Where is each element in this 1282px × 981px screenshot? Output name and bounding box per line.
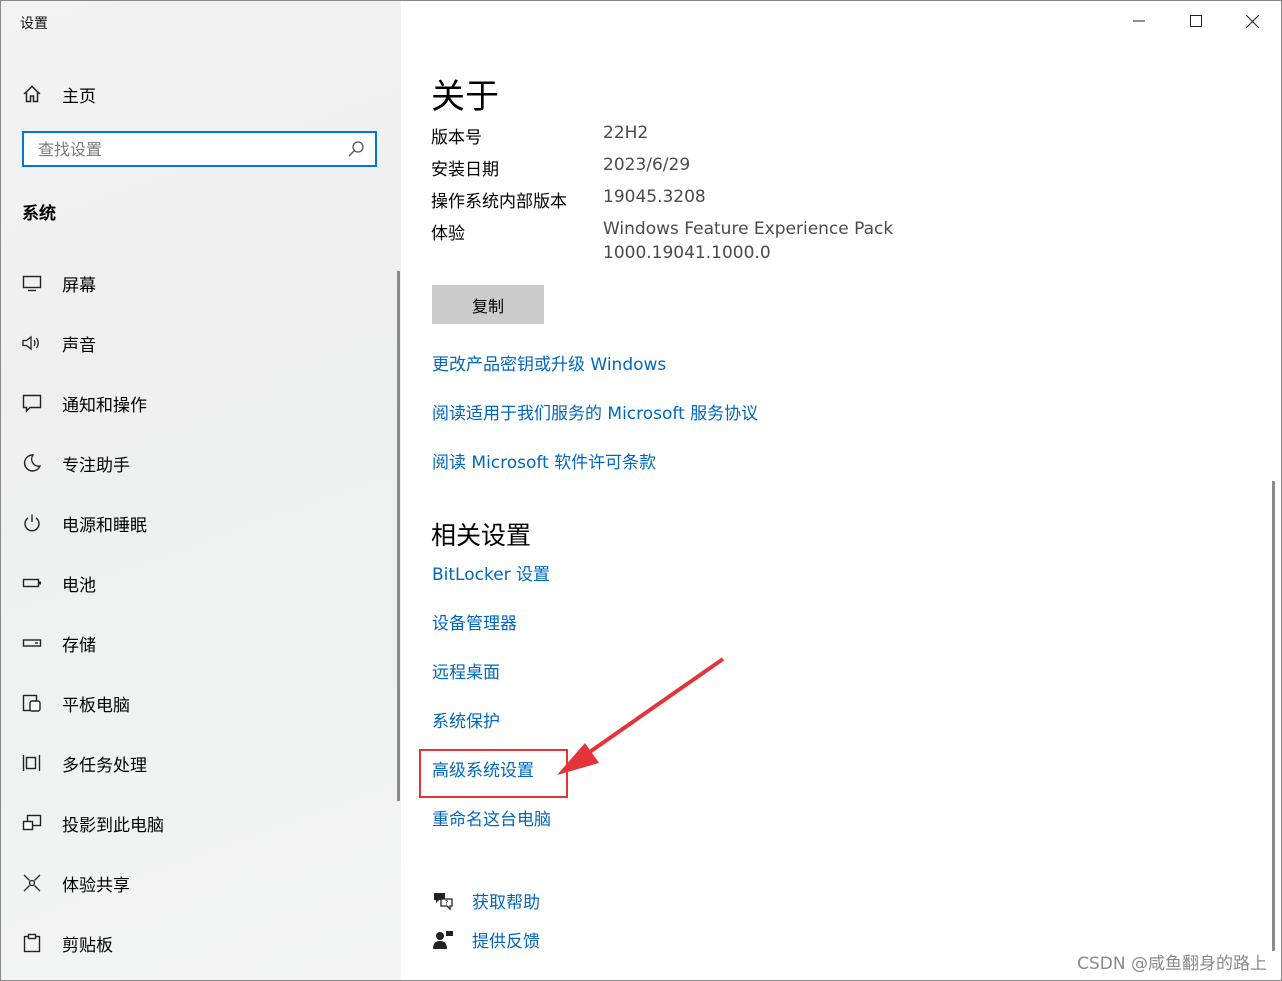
svg-text:?: ? — [445, 899, 449, 907]
section-label: 系统 — [22, 204, 56, 224]
feedback-label: 提供反馈 — [472, 932, 540, 952]
sidebar-item-sound[interactable]: 声音 — [1, 313, 399, 373]
sidebar-item-label: 通知和操作 — [62, 395, 147, 416]
main-content: 关于 版本号 22H2 安装日期 2023/6/29 操作系统内部版本 1904… — [431, 1, 1261, 980]
spec-value-experience: Windows Feature Experience Pack — [603, 219, 894, 239]
sidebar-item-label: 投影到此电脑 — [62, 815, 164, 836]
sidebar-item-label: 电源和睡眠 — [62, 515, 147, 536]
sidebar-item-label: 存储 — [62, 635, 96, 656]
notification-icon — [22, 394, 42, 413]
sidebar-item-label: 平板电脑 — [62, 695, 130, 716]
spec-value-version: 22H2 — [603, 123, 649, 143]
storage-icon — [22, 639, 42, 647]
spec-value-experience-version: 1000.19041.1000.0 — [603, 243, 771, 263]
sidebar-item-label: 剪贴板 — [62, 935, 113, 956]
remote-desktop-link[interactable]: 远程桌面 — [432, 658, 500, 683]
share-icon — [23, 874, 41, 892]
main-scrollbar[interactable] — [1272, 481, 1275, 951]
sidebar-nav: 屏幕 声音 通知和操作 专注助手 电源和睡眠 电池 存储 平板电脑 多任务处理 … — [1, 253, 399, 973]
multitask-icon — [22, 755, 41, 771]
app-title: 设置 — [20, 16, 48, 32]
project-icon — [22, 814, 42, 831]
search-icon[interactable] — [347, 140, 365, 158]
sidebar: 设置 主页 系统 屏幕 — [1, 1, 401, 980]
sidebar-item-label: 电池 — [62, 575, 96, 596]
watermark: CSDN @咸鱼翻身的路上 — [1077, 954, 1267, 974]
sidebar-scrollbar[interactable] — [397, 271, 400, 801]
spec-label-version: 版本号 — [431, 128, 482, 148]
display-icon — [22, 275, 42, 292]
sidebar-item-focus-assist[interactable]: 专注助手 — [1, 433, 399, 493]
search-input[interactable] — [24, 133, 348, 165]
clipboard-icon — [23, 933, 41, 953]
help-chat-icon: ? — [434, 892, 453, 911]
tablet-icon — [22, 694, 41, 712]
spec-value-os-build: 19045.3208 — [603, 187, 706, 207]
search-box[interactable] — [22, 131, 377, 167]
spec-label-os-build: 操作系统内部版本 — [431, 192, 567, 212]
related-settings-title: 相关设置 — [431, 521, 532, 550]
sidebar-item-notifications[interactable]: 通知和操作 — [1, 373, 399, 433]
speaker-icon — [22, 335, 39, 351]
system-protection-link[interactable]: 系统保护 — [432, 707, 500, 732]
copy-button[interactable]: 复制 — [432, 285, 544, 324]
license-terms-link[interactable]: 阅读 Microsoft 软件许可条款 — [432, 448, 656, 473]
sidebar-item-label: 声音 — [62, 335, 96, 356]
spec-value-install-date: 2023/6/29 — [603, 155, 691, 175]
home-label: 主页 — [62, 86, 96, 107]
sidebar-item-project[interactable]: 投影到此电脑 — [1, 793, 399, 853]
rename-pc-link[interactable]: 重命名这台电脑 — [432, 805, 551, 830]
sidebar-item-multitasking[interactable]: 多任务处理 — [1, 733, 399, 793]
sidebar-item-storage[interactable]: 存储 — [1, 613, 399, 673]
get-help-label: 获取帮助 — [472, 893, 540, 913]
sidebar-item-power[interactable]: 电源和睡眠 — [1, 493, 399, 553]
sidebar-item-label: 专注助手 — [62, 455, 130, 476]
advanced-system-settings-link[interactable]: 高级系统设置 — [432, 756, 534, 781]
sidebar-item-shared-experiences[interactable]: 体验共享 — [1, 853, 399, 913]
spec-label-experience: 体验 — [431, 224, 465, 244]
power-icon — [24, 514, 40, 532]
sidebar-item-label: 屏幕 — [62, 275, 96, 296]
sidebar-item-clipboard[interactable]: 剪贴板 — [1, 913, 399, 973]
feedback-icon — [433, 930, 453, 949]
feedback-link[interactable]: 提供反馈 — [432, 927, 540, 952]
device-manager-link[interactable]: 设备管理器 — [432, 609, 517, 634]
battery-icon — [22, 578, 41, 588]
get-help-link[interactable]: ? 获取帮助 — [432, 888, 540, 913]
page-title: 关于 — [431, 77, 499, 117]
sidebar-item-label: 体验共享 — [62, 875, 130, 896]
bitlocker-settings-link[interactable]: BitLocker 设置 — [432, 560, 550, 585]
service-agreement-link[interactable]: 阅读适用于我们服务的 Microsoft 服务协议 — [432, 399, 758, 424]
spec-label-install-date: 安装日期 — [431, 160, 499, 180]
change-product-key-link[interactable]: 更改产品密钥或升级 Windows — [432, 350, 666, 375]
sidebar-item-battery[interactable]: 电池 — [1, 553, 399, 613]
moon-icon — [23, 454, 42, 472]
sidebar-item-tablet[interactable]: 平板电脑 — [1, 673, 399, 733]
sidebar-item-display[interactable]: 屏幕 — [1, 253, 399, 313]
home-button[interactable]: 主页 — [21, 79, 96, 109]
home-icon — [23, 85, 41, 103]
settings-window: 设置 主页 系统 屏幕 — [0, 0, 1282, 981]
sidebar-item-label: 多任务处理 — [62, 755, 147, 776]
